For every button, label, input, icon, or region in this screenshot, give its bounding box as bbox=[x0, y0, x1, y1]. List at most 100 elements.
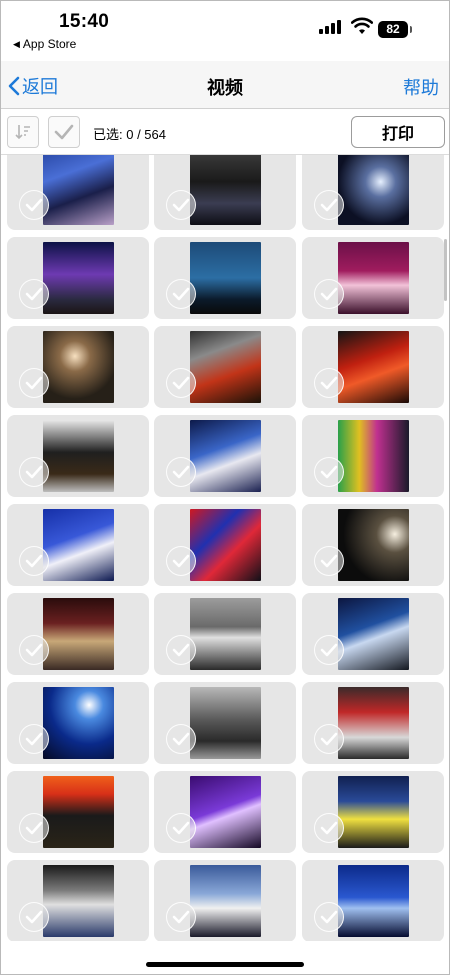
video-thumbnail bbox=[190, 776, 261, 848]
selection-toolbar: 已选: 0 / 564 打印 bbox=[1, 109, 449, 155]
video-thumbnail bbox=[43, 509, 114, 581]
phone-screen: 15:40 ◀ App Store 82 返回 视频 帮助 已选: 0 / 56… bbox=[0, 0, 450, 975]
select-checkmark-icon[interactable] bbox=[166, 279, 196, 309]
video-item[interactable] bbox=[154, 593, 296, 675]
video-item[interactable] bbox=[302, 415, 444, 497]
video-thumbnail bbox=[43, 242, 114, 314]
video-thumbnail bbox=[338, 420, 409, 492]
select-checkmark-icon[interactable] bbox=[19, 190, 49, 220]
select-checkmark-icon[interactable] bbox=[314, 368, 344, 398]
select-checkmark-icon[interactable] bbox=[314, 546, 344, 576]
video-thumbnail bbox=[190, 509, 261, 581]
checkmark-icon bbox=[54, 124, 74, 140]
video-item[interactable] bbox=[302, 155, 444, 230]
select-checkmark-icon[interactable] bbox=[314, 635, 344, 665]
video-item[interactable] bbox=[7, 682, 149, 764]
back-to-app-store-link[interactable]: ◀ App Store bbox=[13, 37, 76, 51]
video-item[interactable] bbox=[7, 326, 149, 408]
video-item[interactable] bbox=[7, 155, 149, 230]
video-item[interactable] bbox=[302, 326, 444, 408]
video-thumbnail bbox=[43, 687, 114, 759]
sort-button[interactable] bbox=[7, 116, 39, 148]
video-thumbnail bbox=[43, 331, 114, 403]
select-checkmark-icon[interactable] bbox=[314, 279, 344, 309]
back-app-label: App Store bbox=[22, 37, 77, 51]
select-checkmark-icon[interactable] bbox=[166, 635, 196, 665]
video-thumbnail bbox=[190, 155, 261, 225]
video-item[interactable] bbox=[302, 504, 444, 586]
video-thumbnail bbox=[338, 865, 409, 937]
video-thumbnail bbox=[338, 776, 409, 848]
scrollbar[interactable] bbox=[444, 239, 447, 301]
select-checkmark-icon[interactable] bbox=[166, 902, 196, 932]
cellular-signal-icon bbox=[319, 20, 341, 34]
select-checkmark-icon[interactable] bbox=[19, 724, 49, 754]
help-button[interactable]: 帮助 bbox=[403, 74, 439, 100]
video-item[interactable] bbox=[154, 860, 296, 941]
video-thumbnail bbox=[43, 865, 114, 937]
select-checkmark-icon[interactable] bbox=[19, 546, 49, 576]
video-thumbnail bbox=[190, 687, 261, 759]
video-item[interactable] bbox=[154, 237, 296, 319]
back-triangle-icon: ◀ bbox=[13, 38, 20, 49]
select-checkmark-icon[interactable] bbox=[314, 902, 344, 932]
select-checkmark-icon[interactable] bbox=[166, 457, 196, 487]
video-item[interactable] bbox=[7, 237, 149, 319]
battery-icon: 82 bbox=[378, 21, 412, 38]
video-thumbnail bbox=[338, 687, 409, 759]
home-indicator[interactable] bbox=[146, 962, 304, 967]
select-checkmark-icon[interactable] bbox=[19, 813, 49, 843]
select-checkmark-icon[interactable] bbox=[19, 902, 49, 932]
video-item[interactable] bbox=[302, 237, 444, 319]
video-thumbnail bbox=[43, 776, 114, 848]
print-button[interactable]: 打印 bbox=[351, 116, 445, 148]
video-item[interactable] bbox=[7, 504, 149, 586]
select-checkmark-icon[interactable] bbox=[19, 279, 49, 309]
video-thumbnail bbox=[338, 242, 409, 314]
video-item[interactable] bbox=[7, 771, 149, 853]
video-thumbnail bbox=[43, 420, 114, 492]
video-thumbnail bbox=[190, 865, 261, 937]
video-item[interactable] bbox=[7, 593, 149, 675]
select-checkmark-icon[interactable] bbox=[19, 368, 49, 398]
video-thumbnail bbox=[190, 598, 261, 670]
status-time: 15:40 bbox=[59, 11, 110, 32]
video-item[interactable] bbox=[154, 504, 296, 586]
video-item[interactable] bbox=[154, 682, 296, 764]
select-all-button[interactable] bbox=[48, 116, 80, 148]
video-item[interactable] bbox=[302, 771, 444, 853]
select-checkmark-icon[interactable] bbox=[166, 190, 196, 220]
status-bar: 15:40 ◀ App Store 82 bbox=[1, 1, 449, 61]
select-checkmark-icon[interactable] bbox=[314, 190, 344, 220]
select-checkmark-icon[interactable] bbox=[314, 724, 344, 754]
wifi-icon bbox=[351, 17, 373, 34]
select-checkmark-icon[interactable] bbox=[166, 546, 196, 576]
selected-count: 已选: 0 / 564 bbox=[93, 127, 166, 142]
select-checkmark-icon[interactable] bbox=[166, 813, 196, 843]
video-item[interactable] bbox=[154, 326, 296, 408]
video-thumbnail bbox=[43, 155, 114, 225]
select-checkmark-icon[interactable] bbox=[314, 457, 344, 487]
video-item[interactable] bbox=[7, 415, 149, 497]
navigation-bar: 返回 视频 帮助 bbox=[1, 61, 449, 109]
video-item[interactable] bbox=[302, 593, 444, 675]
page-title: 视频 bbox=[207, 78, 243, 98]
video-thumbnail bbox=[338, 331, 409, 403]
video-item[interactable] bbox=[154, 415, 296, 497]
video-thumbnail bbox=[190, 331, 261, 403]
select-checkmark-icon[interactable] bbox=[19, 457, 49, 487]
video-grid[interactable] bbox=[1, 155, 449, 941]
video-thumbnail bbox=[43, 598, 114, 670]
video-thumbnail bbox=[338, 509, 409, 581]
video-item[interactable] bbox=[302, 860, 444, 941]
select-checkmark-icon[interactable] bbox=[314, 813, 344, 843]
video-thumbnail bbox=[338, 598, 409, 670]
select-checkmark-icon[interactable] bbox=[19, 635, 49, 665]
video-item[interactable] bbox=[7, 860, 149, 941]
video-item[interactable] bbox=[302, 682, 444, 764]
select-checkmark-icon[interactable] bbox=[166, 724, 196, 754]
video-item[interactable] bbox=[154, 771, 296, 853]
select-checkmark-icon[interactable] bbox=[166, 368, 196, 398]
video-item[interactable] bbox=[154, 155, 296, 230]
video-thumbnail bbox=[190, 420, 261, 492]
